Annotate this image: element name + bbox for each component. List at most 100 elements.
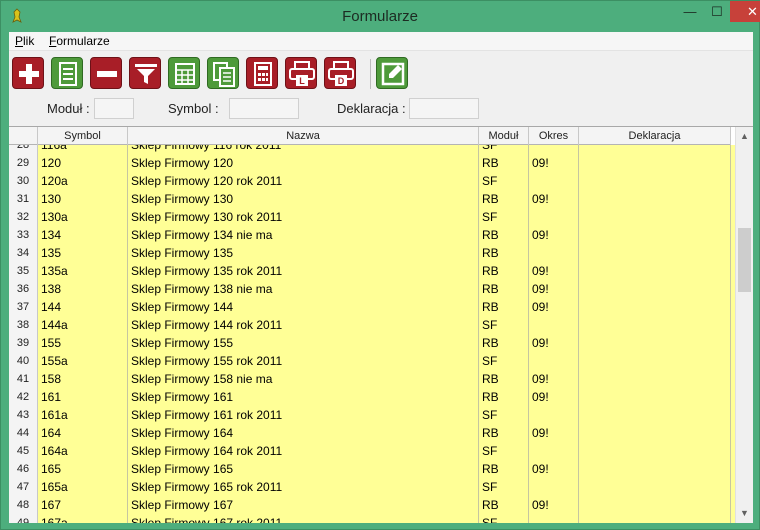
cell-nazwa[interactable]: Sklep Firmowy 161 — [128, 388, 479, 406]
cell-symbol[interactable]: 130 — [38, 190, 128, 208]
cell-nazwa[interactable]: Sklep Firmowy 155 — [128, 334, 479, 352]
cell-nazwa[interactable]: Sklep Firmowy 164 rok 2011 — [128, 442, 479, 460]
scroll-up-icon[interactable]: ▲ — [736, 128, 753, 145]
row-index[interactable]: 44 — [9, 424, 38, 442]
cell-okres[interactable]: 09! — [529, 388, 579, 406]
table-row[interactable]: 47 165a Sklep Firmowy 165 rok 2011 SF — [9, 478, 731, 496]
menu-formularze[interactable]: Formularze — [49, 34, 110, 48]
column-header-modul[interactable]: Moduł — [479, 127, 529, 145]
row-index[interactable]: 43 — [9, 406, 38, 424]
cell-okres[interactable] — [529, 442, 579, 460]
modul-field[interactable] — [94, 98, 134, 119]
cell-deklaracja[interactable] — [579, 244, 731, 262]
cell-okres[interactable]: 09! — [529, 280, 579, 298]
print-list-button[interactable]: L — [285, 57, 317, 89]
row-index[interactable]: 35 — [9, 262, 38, 280]
cell-modul[interactable]: RB — [479, 334, 529, 352]
cell-deklaracja[interactable] — [579, 226, 731, 244]
cell-okres[interactable]: 09! — [529, 424, 579, 442]
cell-deklaracja[interactable] — [579, 460, 731, 478]
cell-symbol[interactable]: 161a — [38, 406, 128, 424]
cell-modul[interactable]: RB — [479, 460, 529, 478]
cell-okres[interactable] — [529, 208, 579, 226]
column-header-deklaracja[interactable]: Deklaracja — [579, 127, 731, 145]
scroll-thumb[interactable] — [738, 228, 751, 292]
column-header-okres[interactable]: Okres — [529, 127, 579, 145]
cell-nazwa[interactable]: Sklep Firmowy 134 nie ma — [128, 226, 479, 244]
cell-modul[interactable]: RB — [479, 424, 529, 442]
table-row[interactable]: 43 161a Sklep Firmowy 161 rok 2011 SF — [9, 406, 731, 424]
add-button[interactable] — [12, 57, 44, 89]
cell-symbol[interactable]: 155a — [38, 352, 128, 370]
delete-button[interactable] — [90, 57, 122, 89]
cell-deklaracja[interactable] — [579, 190, 731, 208]
cell-modul[interactable]: RB — [479, 370, 529, 388]
cell-nazwa[interactable]: Sklep Firmowy 135 — [128, 244, 479, 262]
grid-button[interactable] — [168, 57, 200, 89]
table-row[interactable]: 45 164a Sklep Firmowy 164 rok 2011 SF — [9, 442, 731, 460]
row-index[interactable]: 31 — [9, 190, 38, 208]
cell-deklaracja[interactable] — [579, 316, 731, 334]
cell-modul[interactable]: SF — [479, 406, 529, 424]
cell-deklaracja[interactable] — [579, 370, 731, 388]
cell-symbol[interactable]: 120 — [38, 154, 128, 172]
title-bar[interactable]: Formularze — ☐ ✕ — [1, 1, 760, 32]
cell-okres[interactable] — [529, 352, 579, 370]
cell-modul[interactable]: RB — [479, 496, 529, 514]
table-row[interactable]: 49 167a Sklep Firmowy 167 rok 2011 SF — [9, 514, 731, 523]
table-row[interactable]: 32 130a Sklep Firmowy 130 rok 2011 SF — [9, 208, 731, 226]
table-row[interactable]: 37 144 Sklep Firmowy 144 RB 09! — [9, 298, 731, 316]
cell-symbol[interactable]: 144 — [38, 298, 128, 316]
row-index[interactable]: 48 — [9, 496, 38, 514]
cell-symbol[interactable]: 155 — [38, 334, 128, 352]
cell-symbol[interactable]: 164a — [38, 442, 128, 460]
row-index[interactable]: 39 — [9, 334, 38, 352]
cell-modul[interactable]: SF — [479, 145, 529, 154]
row-index[interactable]: 29 — [9, 154, 38, 172]
cell-nazwa[interactable]: Sklep Firmowy 135 rok 2011 — [128, 262, 479, 280]
table-row[interactable]: 35 135a Sklep Firmowy 135 rok 2011 RB 09! — [9, 262, 731, 280]
cell-deklaracja[interactable] — [579, 514, 731, 523]
cell-symbol[interactable]: 135a — [38, 262, 128, 280]
cell-symbol[interactable]: 161 — [38, 388, 128, 406]
table-row[interactable]: 38 144a Sklep Firmowy 144 rok 2011 SF — [9, 316, 731, 334]
cell-symbol[interactable]: 130a — [38, 208, 128, 226]
vertical-scrollbar[interactable]: ▲ ▼ — [735, 127, 753, 523]
cell-deklaracja[interactable] — [579, 496, 731, 514]
cell-deklaracja[interactable] — [579, 478, 731, 496]
cell-okres[interactable]: 09! — [529, 496, 579, 514]
cell-deklaracja[interactable] — [579, 280, 731, 298]
cell-modul[interactable]: SF — [479, 316, 529, 334]
cell-modul[interactable]: SF — [479, 442, 529, 460]
cell-okres[interactable]: 09! — [529, 334, 579, 352]
cell-symbol[interactable]: 158 — [38, 370, 128, 388]
cell-nazwa[interactable]: Sklep Firmowy 120 — [128, 154, 479, 172]
cell-modul[interactable]: RB — [479, 154, 529, 172]
cell-deklaracja[interactable] — [579, 172, 731, 190]
row-index[interactable]: 46 — [9, 460, 38, 478]
cell-deklaracja[interactable] — [579, 388, 731, 406]
cell-deklaracja[interactable] — [579, 298, 731, 316]
export-button[interactable] — [376, 57, 408, 89]
cell-symbol[interactable]: 164 — [38, 424, 128, 442]
column-header-symbol[interactable]: Symbol — [38, 127, 128, 145]
cell-modul[interactable]: SF — [479, 208, 529, 226]
cell-symbol[interactable]: 135 — [38, 244, 128, 262]
cell-modul[interactable]: RB — [479, 244, 529, 262]
cell-nazwa[interactable]: Sklep Firmowy 155 rok 2011 — [128, 352, 479, 370]
cell-nazwa[interactable]: Sklep Firmowy 144 rok 2011 — [128, 316, 479, 334]
cell-okres[interactable]: 09! — [529, 460, 579, 478]
cell-deklaracja[interactable] — [579, 406, 731, 424]
table-row[interactable]: 29 120 Sklep Firmowy 120 RB 09! — [9, 154, 731, 172]
cell-modul[interactable]: RB — [479, 262, 529, 280]
table-row[interactable]: 41 158 Sklep Firmowy 158 nie ma RB 09! — [9, 370, 731, 388]
row-index[interactable]: 38 — [9, 316, 38, 334]
row-index[interactable]: 42 — [9, 388, 38, 406]
row-index[interactable]: 37 — [9, 298, 38, 316]
cell-symbol[interactable]: 138 — [38, 280, 128, 298]
cell-modul[interactable]: RB — [479, 226, 529, 244]
cell-nazwa[interactable]: Sklep Firmowy 167 rok 2011 — [128, 514, 479, 523]
menu-plik[interactable]: Plik — [15, 34, 34, 48]
cell-nazwa[interactable]: Sklep Firmowy 164 — [128, 424, 479, 442]
cell-nazwa[interactable]: Sklep Firmowy 130 rok 2011 — [128, 208, 479, 226]
